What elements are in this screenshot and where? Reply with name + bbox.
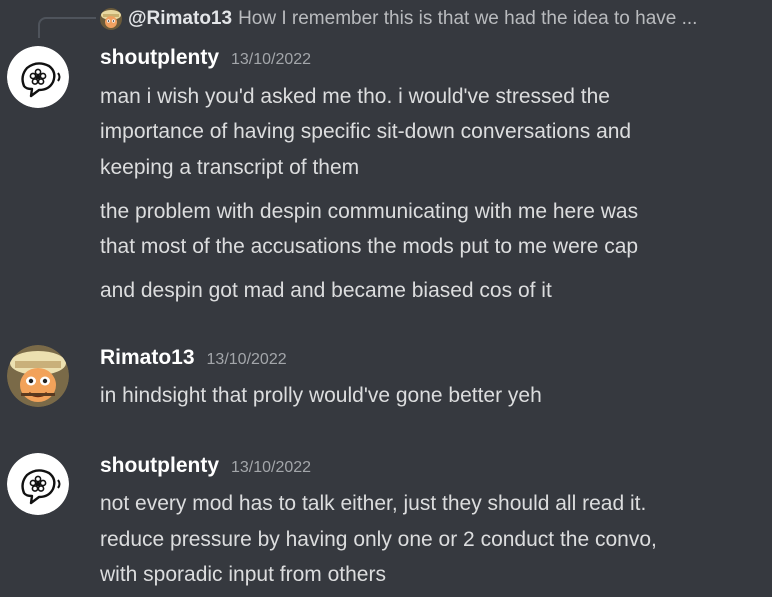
message-line: in hindsight that prolly would've gone b… xyxy=(100,384,542,407)
timestamp[interactable]: 13/10/2022 xyxy=(231,459,311,477)
username[interactable]: Rimato13 xyxy=(100,346,195,370)
reply-preview[interactable]: How I remember this is that we had the i… xyxy=(238,8,697,30)
message-header: shoutplenty 13/10/2022 xyxy=(100,454,311,478)
message-line: that most of the accusations the mods pu… xyxy=(100,235,639,258)
reply-spine xyxy=(38,17,96,38)
username[interactable]: shoutplenty xyxy=(100,454,219,478)
message-line: not every mod has to talk either, just t… xyxy=(100,492,647,515)
message-header: Rimato13 13/10/2022 xyxy=(100,346,287,370)
message-line: and despin got mad and became biased cos… xyxy=(100,279,552,302)
message-line: the problem with despin communicating wi… xyxy=(100,200,639,223)
timestamp[interactable]: 13/10/2022 xyxy=(231,51,311,69)
timestamp[interactable]: 13/10/2022 xyxy=(207,351,287,369)
shoutplenty-avatar-icon[interactable] xyxy=(7,453,69,515)
message-header: shoutplenty 13/10/2022 xyxy=(100,46,311,70)
reply-reference[interactable]: @Rimato13 How I remember this is that we… xyxy=(100,6,697,32)
username[interactable]: shoutplenty xyxy=(100,46,219,70)
rimato13-avatar-icon[interactable] xyxy=(7,345,69,407)
message-line: with sporadic input from others xyxy=(100,563,386,586)
message-line: reduce pressure by having only one or 2 … xyxy=(100,528,657,551)
message-line: importance of having specific sit-down c… xyxy=(100,120,632,143)
rimato13-reply-avatar-icon[interactable] xyxy=(100,8,122,30)
message-line: keeping a transcript of them xyxy=(100,156,360,179)
reply-author[interactable]: @Rimato13 xyxy=(128,8,232,30)
message-line: man i wish you'd asked me tho. i would'v… xyxy=(100,85,610,108)
shoutplenty-avatar-icon[interactable] xyxy=(7,46,69,108)
